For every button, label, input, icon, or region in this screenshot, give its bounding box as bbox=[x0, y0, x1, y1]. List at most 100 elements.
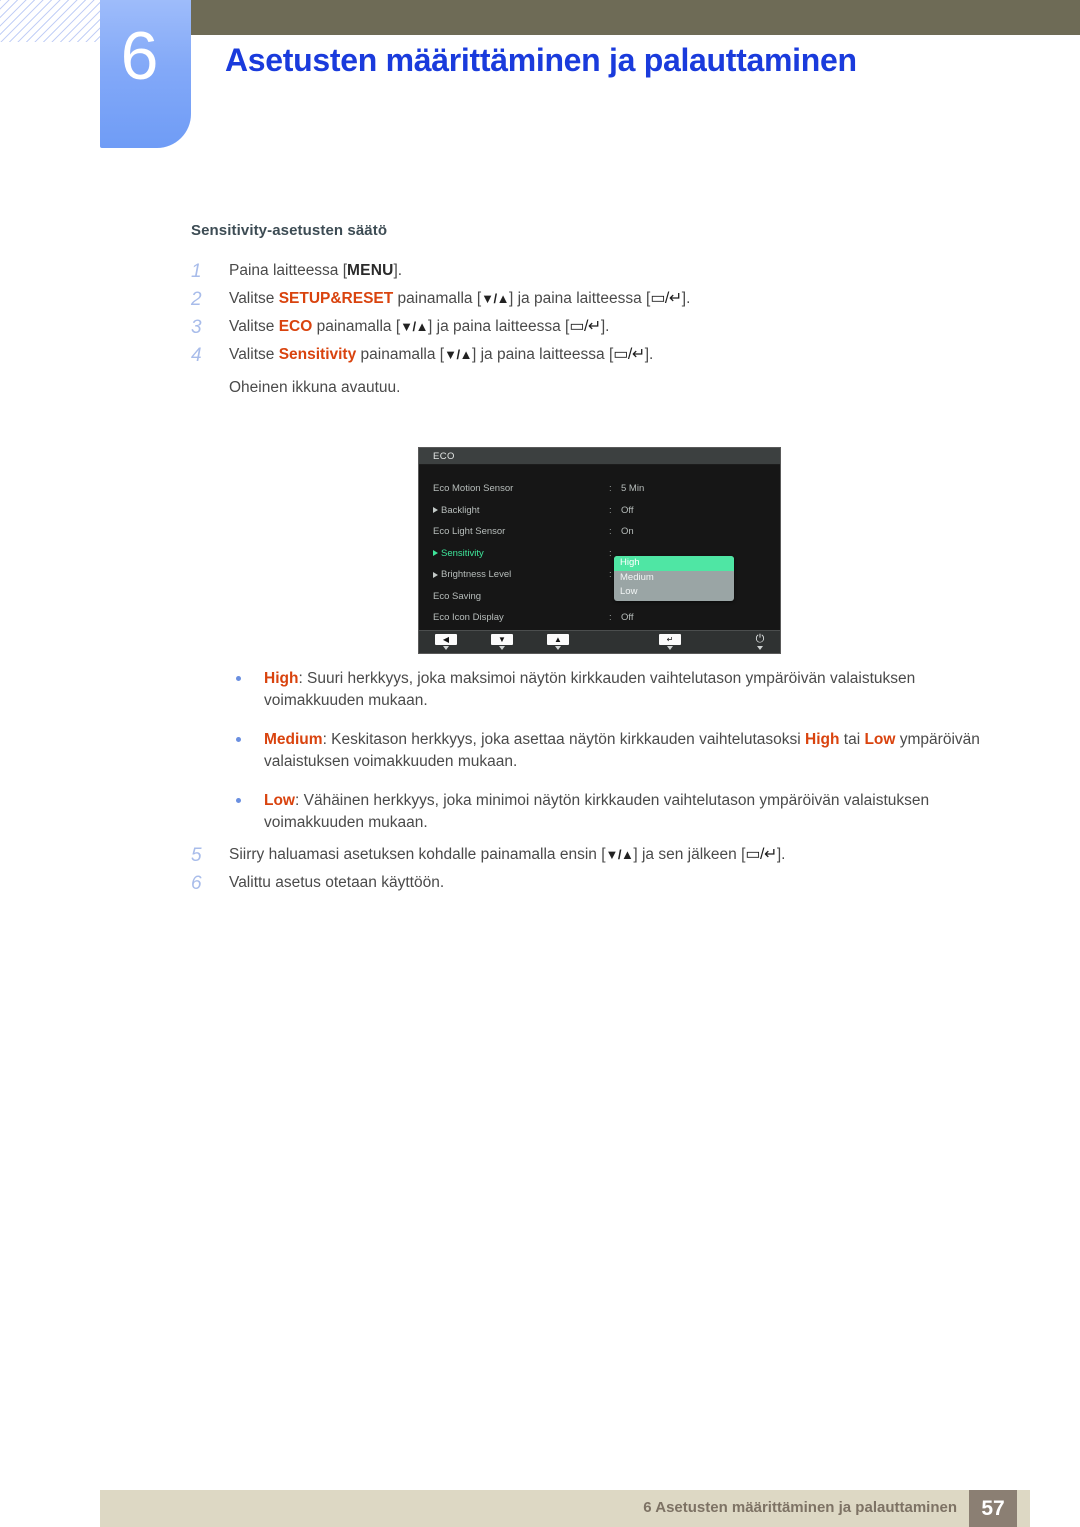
keyword-text: Sensitivity bbox=[278, 346, 357, 363]
enter-key-glyph: ▭/↵ bbox=[745, 846, 777, 863]
chapter-number: 6 bbox=[120, 18, 159, 94]
arrow-keys-glyph: ▼/▲ bbox=[481, 291, 509, 306]
bullet-item: Medium: Keskitason herkkyys, joka asetta… bbox=[228, 729, 1003, 774]
bullet-item: Low: Vähäinen herkkyys, joka minimoi näy… bbox=[228, 790, 1003, 835]
step-number: 1 bbox=[191, 261, 202, 282]
sensitivity-dropdown[interactable]: High Medium Low bbox=[614, 556, 734, 601]
key-indicator-icon bbox=[499, 646, 505, 650]
key-indicator-icon bbox=[667, 646, 673, 650]
bullet-dot-icon bbox=[236, 797, 241, 803]
body-text: : Suuri herkkyys, joka maksimoi näytön k… bbox=[264, 670, 916, 710]
up-key-glyph: ▲ bbox=[554, 634, 562, 644]
power-key[interactable]: ⏻ bbox=[749, 634, 771, 650]
body-text: painamalla [ bbox=[312, 318, 401, 335]
down-key[interactable]: ▼ bbox=[491, 634, 513, 650]
step-number: 4 bbox=[191, 345, 202, 366]
menu-key-label: MENU bbox=[347, 262, 394, 279]
step-item: 2 Valitse SETUP&RESET painamalla [▼/▲] ja… bbox=[191, 290, 1001, 309]
up-key[interactable]: ▲ bbox=[547, 634, 569, 650]
step-text: Valitse Sensitivity painamalla [▼/▲] ja … bbox=[229, 346, 1001, 365]
dropdown-option[interactable]: Medium bbox=[614, 571, 734, 586]
step-number: 5 bbox=[191, 845, 202, 866]
step-text: Siirry haluamasi asetuksen kohdalle pain… bbox=[229, 846, 1001, 865]
osd-label-text: Eco Motion Sensor bbox=[433, 483, 514, 495]
body-text: tai bbox=[839, 730, 865, 748]
step-number: 2 bbox=[191, 289, 202, 310]
submenu-arrow-icon bbox=[433, 571, 438, 578]
osd-row-label: Backlight bbox=[433, 505, 609, 516]
body-text: Valitse bbox=[229, 290, 279, 307]
osd-title: ECO bbox=[419, 448, 780, 465]
keyword-text: SETUP&RESET bbox=[278, 290, 394, 307]
header-olive-bar bbox=[191, 0, 1080, 35]
step-item: 6 Valittu asetus otetaan käyttöön. bbox=[191, 874, 1001, 893]
osd-label-text: Sensitivity bbox=[441, 547, 484, 559]
body-text: : Vähäinen herkkyys, joka minimoi näytön… bbox=[264, 791, 930, 832]
step-item: 4 Valitse Sensitivity painamalla [▼/▲] ja… bbox=[191, 346, 1001, 365]
bullet-item: High: Suuri herkkyys, joka maksimoi näyt… bbox=[228, 668, 1003, 713]
osd-row-value: Off bbox=[621, 504, 634, 516]
osd-row-label: Eco Motion Sensor bbox=[433, 483, 609, 494]
body-text: Siirry haluamasi asetuksen kohdalle pain… bbox=[229, 846, 606, 863]
bullet-text: Low: Vähäinen herkkyys, joka minimoi näy… bbox=[264, 792, 929, 831]
bullet-text: Medium: Keskitason herkkyys, joka asetta… bbox=[264, 731, 980, 770]
enter-key-glyph: ▭/↵ bbox=[569, 318, 601, 335]
osd-row-label: Brightness Level bbox=[433, 569, 609, 580]
arrow-keys-glyph: ▼/▲ bbox=[605, 847, 634, 862]
section-heading: Sensitivity-asetusten säätö bbox=[191, 222, 388, 239]
left-key[interactable]: ◀ bbox=[435, 634, 457, 650]
enter-key[interactable]: ↵ bbox=[659, 634, 681, 650]
osd-label-text: Eco Light Sensor bbox=[433, 526, 506, 538]
osd-colon: : bbox=[609, 483, 612, 495]
keyword-text: High bbox=[264, 670, 299, 687]
osd-row[interactable]: Backlight: Off bbox=[419, 500, 780, 522]
osd-row-value: On bbox=[621, 526, 634, 538]
osd-row-label: Sensitivity bbox=[433, 548, 609, 559]
enter-key-glyph: ↵ bbox=[666, 634, 674, 644]
osd-row-label: Eco Icon Display bbox=[433, 612, 609, 623]
osd-row[interactable]: Eco Icon Display: Off bbox=[419, 607, 780, 629]
step-note: Oheinen ikkuna avautuu. bbox=[229, 379, 401, 396]
osd-label-text: Eco Saving bbox=[433, 590, 482, 602]
keyword-text: Medium bbox=[264, 730, 323, 748]
dropdown-option[interactable]: High bbox=[614, 556, 734, 571]
osd-row[interactable]: Eco Motion Sensor:5 Min bbox=[419, 478, 780, 500]
key-indicator-icon bbox=[555, 646, 561, 650]
bullet-dot-icon bbox=[236, 736, 241, 742]
submenu-arrow-icon bbox=[433, 550, 438, 557]
body-text: painamalla [ bbox=[393, 290, 482, 307]
keyword-text: ECO bbox=[278, 318, 313, 335]
osd-colon: : bbox=[609, 526, 612, 538]
body-text: ]. bbox=[644, 346, 654, 363]
step-text: Valitse ECO painamalla [▼/▲] ja paina la… bbox=[229, 318, 1001, 337]
steps-list-2: 5 Siirry haluamasi asetuksen kohdalle pai… bbox=[191, 846, 1001, 902]
osd-label-text: Brightness Level bbox=[441, 569, 512, 581]
enter-key-glyph: ▭/↵ bbox=[650, 290, 682, 307]
step-text: Valitse SETUP&RESET painamalla [▼/▲] ja … bbox=[229, 290, 1001, 309]
body-text: ]. bbox=[393, 262, 403, 279]
options-bullet-list: High: Suuri herkkyys, joka maksimoi näyt… bbox=[228, 668, 1003, 851]
power-icon: ⏻ bbox=[755, 633, 765, 645]
osd-row-value: Off bbox=[621, 612, 634, 624]
step-number: 3 bbox=[191, 317, 202, 338]
submenu-arrow-icon bbox=[433, 507, 438, 514]
osd-label-text: Backlight bbox=[441, 504, 480, 516]
body-text: ] ja paina laitteessa [ bbox=[509, 290, 651, 307]
step-item: 5 Siirry haluamasi asetuksen kohdalle pai… bbox=[191, 846, 1001, 865]
page-number: 57 bbox=[969, 1490, 1017, 1527]
step-number: 6 bbox=[191, 873, 202, 894]
osd-menu-screenshot: ECO Eco Motion Sensor:5 Min Backlight: Off… bbox=[418, 447, 781, 654]
up-key-cap: ▲ bbox=[547, 634, 569, 645]
footer-text: 6 Asetusten määrittäminen ja palauttamin… bbox=[643, 1499, 957, 1516]
osd-rows: Eco Motion Sensor:5 Min Backlight: Off Eco … bbox=[419, 478, 780, 629]
osd-label-text: Eco Icon Display bbox=[433, 612, 504, 624]
bullet-dot-icon bbox=[236, 676, 241, 681]
decorative-hatch-pattern bbox=[0, 0, 112, 42]
steps-list-1: 1 Paina laitteessa [MENU]. 2 Valitse SETUP&… bbox=[191, 262, 1001, 397]
osd-key-bar: ◀ ▼ ▲ ↵ ⏻ bbox=[419, 630, 780, 653]
dropdown-option[interactable]: Low bbox=[614, 585, 734, 600]
osd-row[interactable]: Eco Light Sensor: On bbox=[419, 521, 780, 543]
enter-key-glyph: ▭/↵ bbox=[613, 346, 645, 363]
body-text: ] ja paina laitteessa [ bbox=[471, 346, 614, 363]
step-item: 1 Paina laitteessa [MENU]. bbox=[191, 262, 1001, 281]
